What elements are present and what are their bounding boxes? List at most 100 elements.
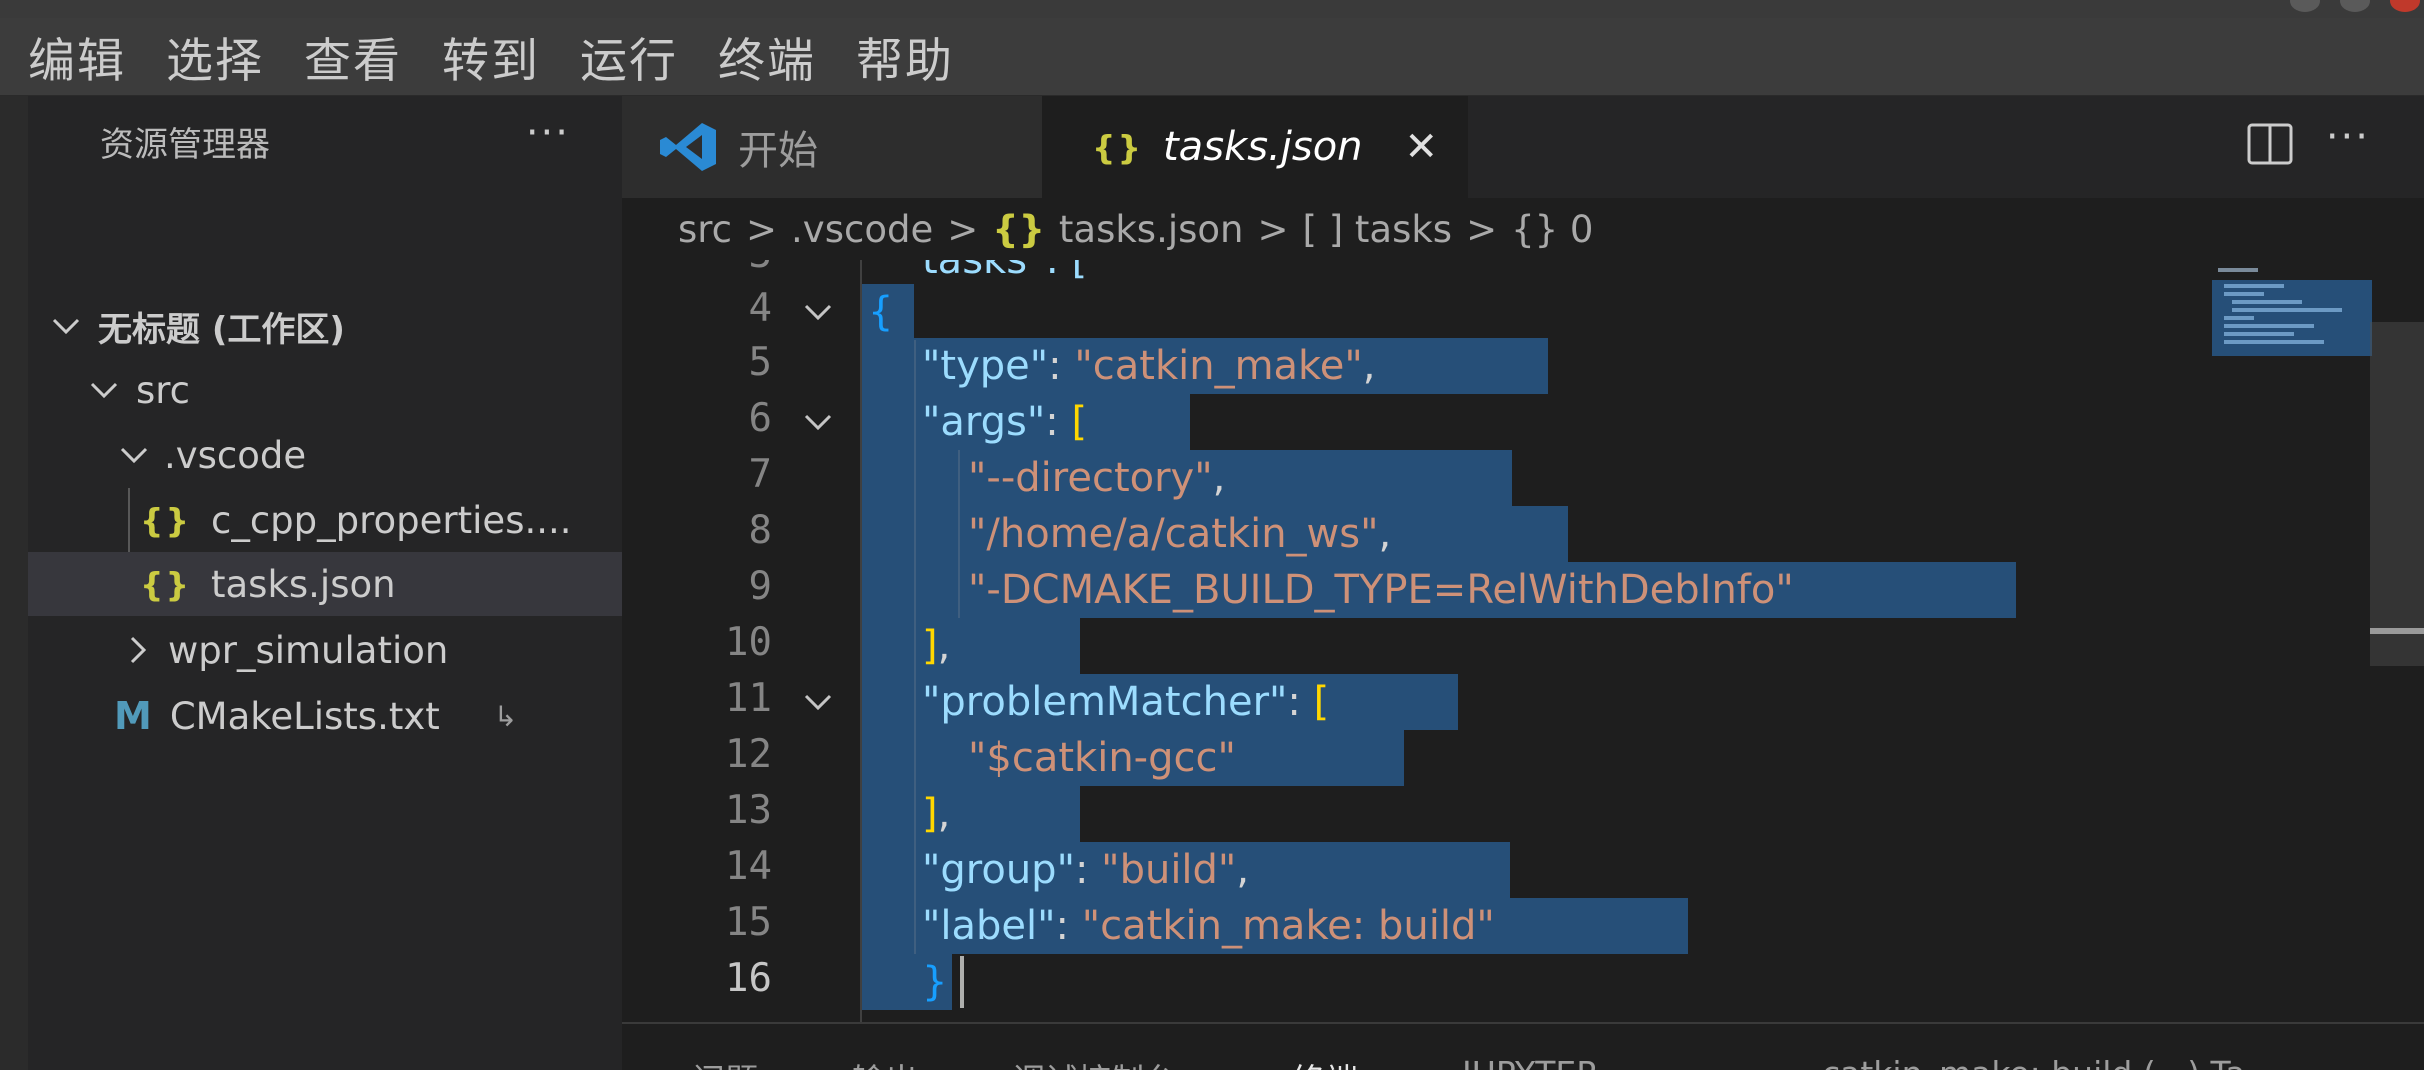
panel-tab-problems[interactable]: 问题 <box>692 1054 758 1070</box>
code-line: "args": [ <box>922 399 1088 445</box>
panel-tab-terminal[interactable]: 终端 <box>1292 1054 1358 1070</box>
line-number: 14 <box>725 844 772 889</box>
breadcrumb: src > .vscode > {} tasks.json > [ ] task… <box>622 198 2424 260</box>
code-line: "--directory", <box>968 455 1226 501</box>
menu-view[interactable]: 查看 <box>304 22 402 91</box>
json-file-icon: {} <box>140 564 191 604</box>
window-close-button[interactable] <box>2390 0 2420 12</box>
tree-file-c-cpp-properties[interactable]: {} c_cpp_properties.... <box>28 488 622 552</box>
breadcrumb-separator: > <box>1257 207 1289 251</box>
breadcrumb-tasks-json[interactable]: tasks.json <box>1059 208 1244 251</box>
symlink-icon: ↳ <box>493 699 518 733</box>
code-token: "/home/a/catkin_ws" <box>968 511 1379 557</box>
code-token: [ <box>1313 679 1330 725</box>
menu-terminal[interactable]: 终端 <box>718 22 816 91</box>
code-token: "catkin_make: build" <box>1081 903 1495 949</box>
tree-item-label: src <box>136 368 191 412</box>
tree-item-label: CMakeLists.txt <box>169 694 440 738</box>
workspace-root[interactable]: 无标题 (工作区) <box>28 294 622 358</box>
split-editor-icon[interactable] <box>2246 122 2294 170</box>
code-token: [ <box>1071 399 1088 445</box>
menu-go[interactable]: 转到 <box>442 22 540 91</box>
code-editor[interactable]: 3 tasks": [ 4 { 5 "type": "catkin_make",… <box>622 260 2424 1022</box>
code-line: ], <box>922 791 951 837</box>
activity-bar <box>0 96 28 1070</box>
vscode-window: 编辑 选择 查看 转到 运行 终端 帮助 资源管理器 ··· 无标题 (工作区)… <box>0 0 2424 1070</box>
panel-tab-bar: 问题 输出 调试控制台 终端 JUPYTER catkin_make: buil… <box>622 1022 2424 1070</box>
tree-folder-vscode[interactable]: .vscode <box>28 423 622 487</box>
editor-scrollbar[interactable] <box>2370 322 2424 666</box>
selection-highlight <box>860 786 1080 842</box>
line-number: 5 <box>748 340 772 385</box>
code-line: { <box>868 284 893 340</box>
editor-more-button[interactable]: ··· <box>2326 114 2370 160</box>
menu-edit[interactable]: 编辑 <box>28 22 126 91</box>
breadcrumb-tasks-array[interactable]: [ ] tasks <box>1303 208 1453 251</box>
breadcrumb-src[interactable]: src <box>678 208 732 251</box>
tree-file-tasks-json[interactable]: {} tasks.json <box>28 552 622 616</box>
scrollbar-cursor-marker <box>2370 628 2424 634</box>
json-file-icon: {} <box>992 207 1045 251</box>
tree-item-label: .vscode <box>164 433 307 477</box>
chevron-down-icon[interactable] <box>800 294 836 334</box>
tree-folder-wpr-simulation[interactable]: wpr_simulation <box>28 618 622 682</box>
breadcrumb-object-0[interactable]: {} 0 <box>1511 208 1593 251</box>
chevron-right-icon <box>120 632 156 668</box>
chevron-down-icon <box>116 437 152 473</box>
workspace-label: 无标题 (工作区) <box>98 309 345 350</box>
line-number: 12 <box>725 732 772 777</box>
explorer-more-button[interactable]: ··· <box>526 110 570 156</box>
code-token: "catkin_make" <box>1074 343 1363 389</box>
editor-tab-bar: 开始 {} tasks.json ✕ ··· <box>622 96 2424 198</box>
line-number: 3 <box>622 260 772 277</box>
line-number: 11 <box>725 676 772 721</box>
menu-selection[interactable]: 选择 <box>166 22 264 91</box>
cmake-file-icon: M <box>114 694 152 738</box>
indent-guide <box>914 340 916 954</box>
window-minimize-button[interactable] <box>2290 0 2320 12</box>
line-number: 15 <box>725 900 772 945</box>
chevron-down-icon[interactable] <box>800 684 836 724</box>
menu-help[interactable]: 帮助 <box>856 22 954 91</box>
chevron-down-icon <box>48 308 84 344</box>
json-file-icon: {} <box>1092 127 1143 167</box>
code-token: "--directory" <box>968 455 1213 501</box>
code-token: "problemMatcher" <box>922 679 1288 725</box>
menu-run[interactable]: 运行 <box>580 22 678 91</box>
tree-item-label: wpr_simulation <box>168 628 449 672</box>
close-icon[interactable]: ✕ <box>1405 124 1439 170</box>
code-token: "type" <box>922 343 1049 389</box>
panel-tab-output[interactable]: 输出 <box>852 1054 918 1070</box>
tree-file-cmakelists[interactable]: M CMakeLists.txt ↳ <box>28 684 622 748</box>
code-token: tasks": [ <box>922 260 1088 283</box>
tree-item-label: c_cpp_properties.... <box>211 498 572 542</box>
panel-tab-debug-console[interactable]: 调试控制台 <box>1012 1054 1177 1070</box>
code-line: "problemMatcher": [ <box>922 679 1330 725</box>
tab-start[interactable]: 开始 <box>622 96 1042 198</box>
breadcrumb-vscode[interactable]: .vscode <box>791 208 933 251</box>
window-maximize-button[interactable] <box>2340 0 2370 12</box>
code-token: } <box>922 959 948 1005</box>
chevron-down-icon <box>86 372 122 408</box>
tab-label: 开始 <box>738 128 818 174</box>
code-line: "-DCMAKE_BUILD_TYPE=RelWithDebInfo" <box>968 562 1794 618</box>
code-line: } <box>922 954 947 1010</box>
code-token: "-DCMAKE_BUILD_TYPE=RelWithDebInfo" <box>968 567 1794 613</box>
minimap[interactable] <box>2212 262 2372 362</box>
code-line: tasks": [ <box>922 260 1087 288</box>
tree-item-label: tasks.json <box>211 562 396 606</box>
code-token: "$catkin-gcc" <box>968 735 1236 781</box>
line-number: 4 <box>748 286 772 331</box>
terminal-task-selector[interactable]: catkin_make: build (...) Ta <box>1822 1054 2245 1070</box>
tab-tasks-json[interactable]: {} tasks.json ✕ <box>1042 96 1468 198</box>
chevron-down-icon[interactable] <box>800 404 836 444</box>
breadcrumb-separator: > <box>1466 207 1498 251</box>
line-number: 8 <box>748 508 772 553</box>
code-line: "/home/a/catkin_ws", <box>968 511 1392 557</box>
tree-folder-src[interactable]: src <box>28 358 622 422</box>
explorer-title: 资源管理器 <box>100 124 270 165</box>
code-token: ] <box>922 791 938 837</box>
line-number: 10 <box>725 620 772 665</box>
panel-tab-jupyter[interactable]: JUPYTER <box>1462 1054 1599 1070</box>
title-bar <box>0 0 2424 18</box>
